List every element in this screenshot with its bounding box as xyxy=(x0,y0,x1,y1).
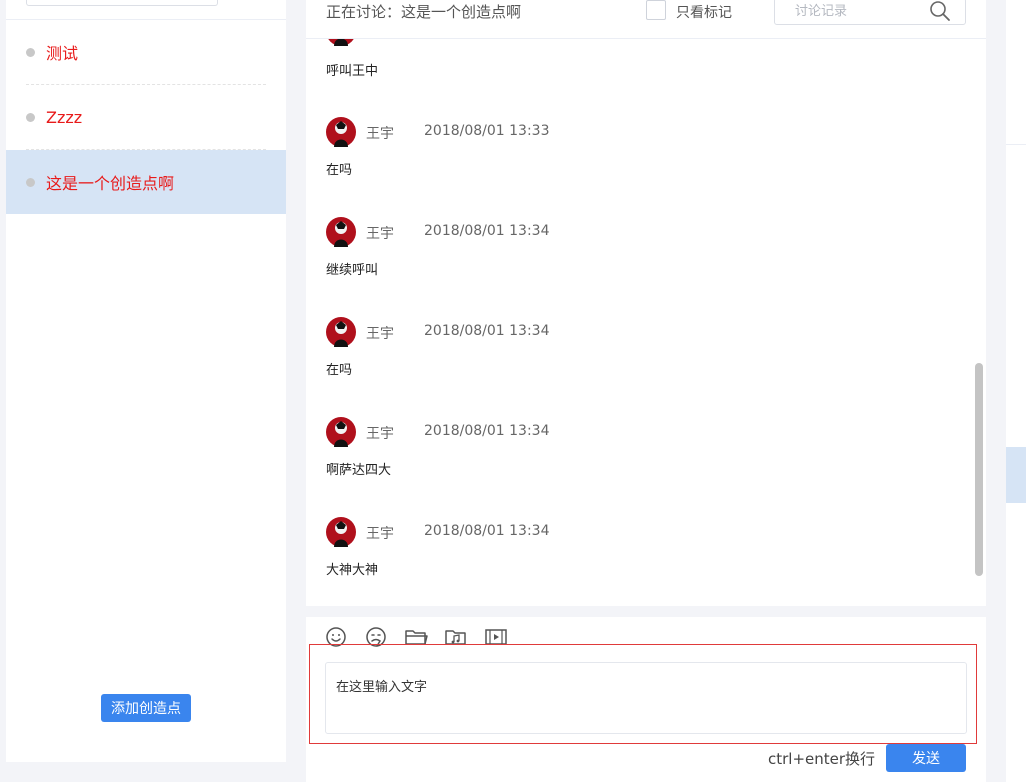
message-sender: 王宇 xyxy=(366,326,394,342)
message-text: 继续呼叫 xyxy=(326,263,379,278)
message-item: 王宇 2018/08/01 13:34 在吗 xyxy=(326,317,926,378)
creation-point-item[interactable]: Zzzz xyxy=(6,85,286,149)
creation-point-label: Zzzz xyxy=(46,107,83,127)
message-item: 王宇 2018/08/01 13:34 大神大神 xyxy=(326,517,926,578)
only-marked-label[interactable]: 只看标记 xyxy=(676,2,732,22)
message-input[interactable] xyxy=(326,663,966,733)
record-search-box xyxy=(774,0,966,25)
message-sender: 王宇 xyxy=(366,126,394,142)
message-sender: 王宇 xyxy=(366,226,394,242)
send-button[interactable]: 发送 xyxy=(886,744,966,772)
avatar[interactable] xyxy=(326,117,356,147)
creation-point-label: 这是一个创造点啊 xyxy=(46,174,175,193)
search-icon[interactable] xyxy=(929,0,951,22)
creation-point-label: 测试 xyxy=(46,44,79,63)
message-text: 大神大神 xyxy=(326,563,379,578)
chat-header: 正在讨论：这是一个创造点啊 只看标记 xyxy=(306,0,986,39)
message-sender: 王宇 xyxy=(366,526,394,542)
only-marked-checkbox[interactable] xyxy=(646,0,666,20)
message-item: 王宇 2018/08/01 13:33 在吗 xyxy=(326,117,926,178)
chat-panel: 呼叫王中 王宇 2018/08/01 13:33 在吗 王宇 2018/08/0… xyxy=(306,0,986,606)
message-item: 王宇 2018/08/01 13:34 继续呼叫 xyxy=(326,217,926,278)
message-text: 在吗 xyxy=(326,363,353,378)
status-dot xyxy=(26,47,35,57)
message-text: 在吗 xyxy=(326,163,353,178)
status-dot xyxy=(26,112,35,122)
right-panel-active-item[interactable] xyxy=(1006,447,1026,503)
message-text: 啊萨达四大 xyxy=(326,463,392,478)
message-text: 呼叫王中 xyxy=(326,64,379,79)
status-dot xyxy=(26,177,35,187)
avatar[interactable] xyxy=(326,217,356,247)
avatar[interactable] xyxy=(326,417,356,447)
message-time: 2018/08/01 13:34 xyxy=(424,323,550,339)
discussion-title: 正在讨论：这是一个创造点啊 xyxy=(326,3,522,21)
message-input-box xyxy=(325,662,967,734)
avatar[interactable] xyxy=(326,517,356,547)
scrollbar-thumb[interactable] xyxy=(975,363,983,576)
creation-point-item-active[interactable]: 这是一个创造点啊 xyxy=(6,150,286,214)
newline-hint: ctrl+enter换行 xyxy=(768,750,876,768)
message-sender: 王宇 xyxy=(366,426,394,442)
creation-point-panel: 测试 Zzzz 这是一个创造点啊 添加创造点 xyxy=(6,0,286,762)
right-panel-edge xyxy=(1006,0,1026,782)
record-search-input[interactable] xyxy=(775,0,925,24)
message-item: 呼叫王中 xyxy=(326,60,926,120)
add-creation-point-button[interactable]: 添加创造点 xyxy=(101,694,191,722)
message-time: 2018/08/01 13:34 xyxy=(424,523,550,539)
message-time: 2018/08/01 13:34 xyxy=(424,423,550,439)
divider xyxy=(1006,144,1026,145)
compose-panel: ctrl+enter换行 发送 xyxy=(306,617,986,782)
message-time: 2018/08/01 13:33 xyxy=(424,123,550,139)
creation-point-search[interactable] xyxy=(26,0,218,6)
message-item: 王宇 2018/08/01 13:34 啊萨达四大 xyxy=(326,417,926,478)
creation-point-item[interactable]: 测试 xyxy=(6,20,286,84)
message-time: 2018/08/01 13:34 xyxy=(424,223,550,239)
avatar[interactable] xyxy=(326,317,356,347)
